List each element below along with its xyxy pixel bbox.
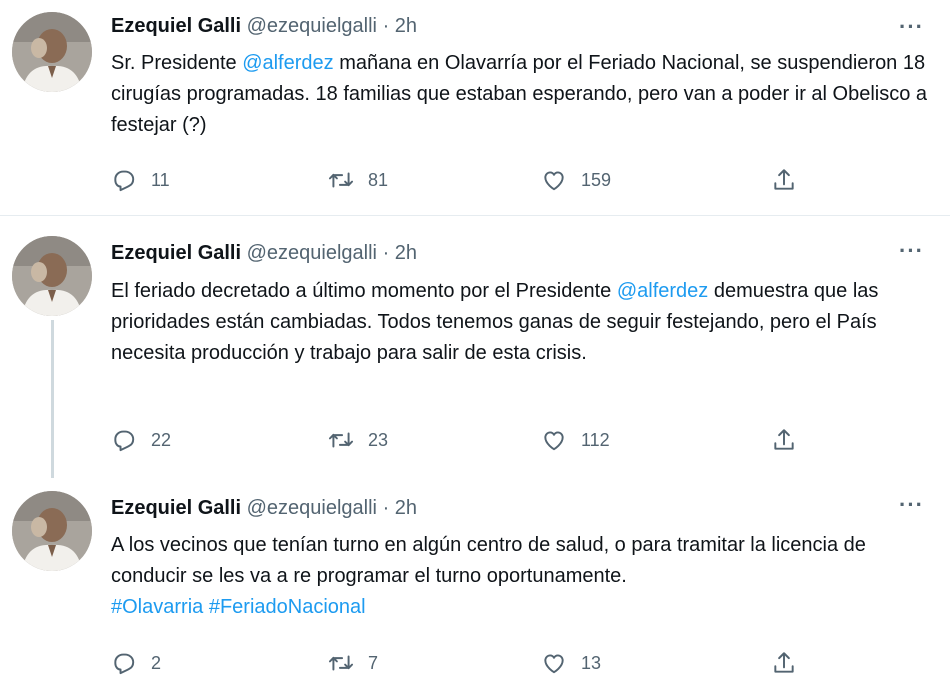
reply-icon — [114, 170, 135, 192]
tweet-text-part: El feriado decretado a último momento po… — [111, 280, 617, 302]
like-button[interactable]: 159 — [541, 166, 611, 194]
action-bar: 2 7 13 — [111, 649, 811, 677]
reply-count: 2 — [151, 652, 162, 673]
retweet-icon — [328, 432, 354, 448]
more-icon[interactable]: ··· — [899, 240, 924, 262]
thread-line — [51, 320, 54, 478]
hashtag-link[interactable]: #Olavarria — [111, 596, 203, 618]
tweet-header: Ezequiel Galli @ezequielgalli · 2h — [111, 241, 417, 265]
timestamp[interactable]: 2h — [395, 497, 417, 519]
reply-button[interactable]: 22 — [111, 426, 171, 454]
tweet[interactable]: Ezequiel Galli @ezequielgalli · 2h ··· E… — [0, 216, 950, 478]
retweet-button[interactable]: 7 — [328, 649, 378, 677]
timestamp[interactable]: 2h — [395, 242, 417, 264]
reply-count: 22 — [151, 429, 172, 450]
tweet-header: Ezequiel Galli @ezequielgalli · 2h — [111, 496, 417, 520]
separator-dot: · — [382, 497, 390, 519]
author-name[interactable]: Ezequiel Galli — [111, 497, 241, 519]
like-count: 112 — [581, 429, 610, 450]
avatar[interactable] — [12, 491, 92, 571]
like-button[interactable]: 112 — [541, 426, 610, 454]
mention-link[interactable]: @alferdez — [242, 52, 333, 74]
tweet-text: Sr. Presidente @alferdez mañana en Olava… — [111, 48, 931, 141]
share-icon — [774, 652, 794, 673]
action-bar: 22 23 112 — [111, 426, 811, 454]
tweet-text: El feriado decretado a último momento po… — [111, 276, 931, 369]
tweet-header: Ezequiel Galli @ezequielgalli · 2h — [111, 14, 417, 38]
author-name[interactable]: Ezequiel Galli — [111, 242, 241, 264]
action-bar: 11 81 159 — [111, 166, 811, 194]
share-button[interactable] — [771, 166, 797, 194]
like-icon — [544, 171, 564, 191]
retweet-button[interactable]: 81 — [328, 166, 388, 194]
retweet-count: 81 — [368, 169, 389, 190]
retweet-button[interactable]: 23 — [328, 426, 388, 454]
reply-count: 11 — [151, 169, 170, 190]
separator-dot: · — [382, 242, 390, 264]
author-handle[interactable]: @ezequielgalli — [247, 242, 377, 264]
tweet[interactable]: Ezequiel Galli @ezequielgalli · 2h ··· S… — [0, 0, 950, 216]
author-handle[interactable]: @ezequielgalli — [247, 497, 377, 519]
retweet-count: 23 — [368, 429, 389, 450]
like-icon — [544, 431, 564, 451]
like-button[interactable]: 13 — [541, 649, 601, 677]
share-icon — [774, 169, 794, 190]
share-button[interactable] — [771, 649, 797, 677]
timestamp[interactable]: 2h — [395, 15, 417, 37]
reply-icon — [114, 653, 135, 675]
like-count: 13 — [581, 652, 602, 673]
tweet[interactable]: Ezequiel Galli @ezequielgalli · 2h ··· A… — [0, 474, 950, 687]
hashtag-link[interactable]: #FeriadoNacional — [209, 596, 366, 618]
share-button[interactable] — [771, 426, 797, 454]
more-icon[interactable]: ··· — [899, 16, 924, 38]
reply-button[interactable]: 11 — [111, 166, 170, 194]
like-icon — [544, 654, 564, 674]
tweet-text-part: A los vecinos que tenían turno en algún … — [111, 534, 866, 587]
reply-button[interactable]: 2 — [111, 649, 161, 677]
mention-link[interactable]: @alferdez — [617, 280, 708, 302]
share-icon — [774, 429, 794, 450]
retweet-icon — [328, 655, 354, 671]
avatar[interactable] — [12, 12, 92, 92]
separator-dot: · — [382, 15, 390, 37]
like-count: 159 — [581, 169, 612, 190]
tweet-text: A los vecinos que tenían turno en algún … — [111, 530, 931, 623]
author-handle[interactable]: @ezequielgalli — [247, 15, 377, 37]
retweet-icon — [328, 172, 354, 188]
avatar[interactable] — [12, 236, 92, 316]
more-icon[interactable]: ··· — [899, 494, 924, 516]
tweet-text-part: Sr. Presidente — [111, 52, 243, 74]
reply-icon — [114, 430, 135, 452]
author-name[interactable]: Ezequiel Galli — [111, 15, 241, 37]
retweet-count: 7 — [368, 652, 379, 673]
